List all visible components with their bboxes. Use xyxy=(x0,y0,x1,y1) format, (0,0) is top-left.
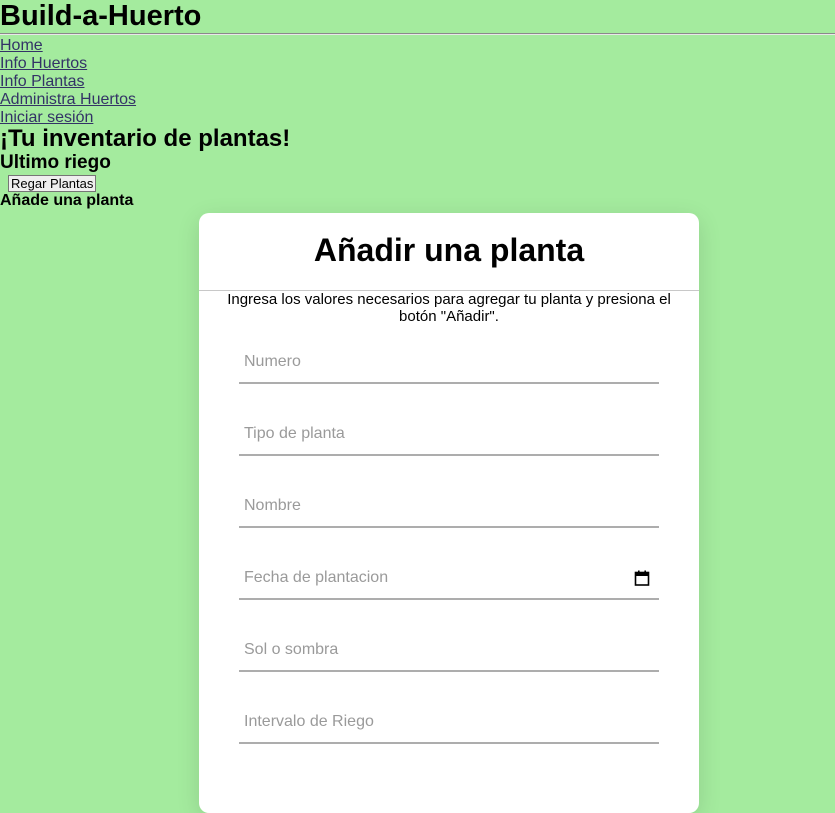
form-title: Añadir una planta xyxy=(199,213,699,291)
nav-link-info-plantas[interactable]: Info Plantas xyxy=(0,73,835,91)
water-plants-button[interactable]: Regar Plantas xyxy=(8,175,97,192)
plant-type-input-placeholder: Tipo de planta xyxy=(244,425,345,442)
add-plant-card: Añadir una planta Ingresa los valores ne… xyxy=(199,213,699,813)
number-input-placeholder: Numero xyxy=(244,353,301,370)
nav-link-info-huertos[interactable]: Info Huertos xyxy=(0,55,835,73)
planting-date-input[interactable]: Fecha de plantacion xyxy=(239,560,659,600)
watering-interval-input[interactable]: Intervalo de Riego xyxy=(239,704,659,744)
last-watering-heading: Ultimo riego xyxy=(0,152,111,173)
site-title: Build-a-Huerto xyxy=(0,0,202,32)
watering-interval-input-placeholder: Intervalo de Riego xyxy=(244,713,374,730)
name-input-placeholder: Nombre xyxy=(244,497,301,514)
calendar-icon[interactable] xyxy=(634,570,650,586)
title-divider xyxy=(0,33,835,35)
number-input[interactable]: Numero xyxy=(239,344,659,384)
name-input[interactable]: Nombre xyxy=(239,488,659,528)
inventory-heading: ¡Tu inventario de plantas! xyxy=(0,125,291,152)
form-description: Ingresa los valores necesarios para agre… xyxy=(227,291,671,325)
add-plant-heading: Añade una planta xyxy=(0,192,134,209)
sun-or-shade-input-placeholder: Sol o sombra xyxy=(244,641,339,658)
nav-link-home[interactable]: Home xyxy=(0,37,835,55)
plant-type-input[interactable]: Tipo de planta xyxy=(239,416,659,456)
planting-date-input-placeholder: Fecha de plantacion xyxy=(244,569,389,586)
nav-link-administra-huertos[interactable]: Administra Huertos xyxy=(0,91,835,109)
sun-or-shade-input[interactable]: Sol o sombra xyxy=(239,632,659,672)
main-nav: Home Info Huertos Info Plantas Administr… xyxy=(0,37,835,127)
